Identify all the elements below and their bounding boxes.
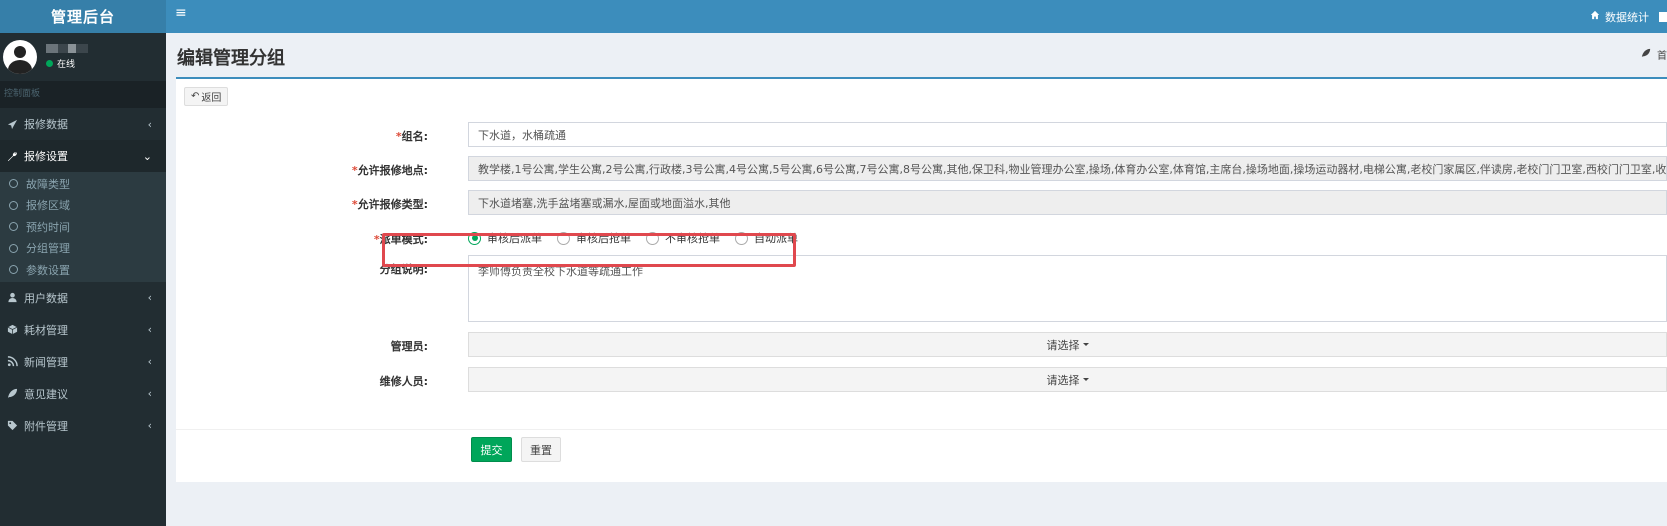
circle-icon <box>9 265 18 275</box>
sub-item-fault-type[interactable]: 故障类型 <box>0 173 166 195</box>
sub-item-appointment-time[interactable]: 预约时间 <box>0 216 166 238</box>
caret-down-icon <box>1082 378 1089 381</box>
admin-select[interactable]: 请选择 <box>468 332 1667 357</box>
sidebar: 管理后台 在线 控制面板 报修数据 ‹ 报修设置 ⌄ 故障类型 报修区域 预约时… <box>0 0 166 526</box>
leaf-icon <box>6 388 18 400</box>
paper-plane-icon <box>6 118 18 130</box>
home-icon <box>1590 10 1600 23</box>
form-row-name: *组名: 下水道，水桶疏通 <box>176 122 1667 147</box>
locations-input[interactable]: 教学楼,1号公寓,学生公寓,2号公寓,行政楼,3号公寓,4号公寓,5号公寓,6号… <box>468 156 1667 181</box>
breadcrumb[interactable]: 首 <box>1641 47 1667 62</box>
circle-icon <box>9 200 18 210</box>
sub-item-label: 故障类型 <box>26 177 70 191</box>
sub-item-parameter-settings[interactable]: 参数设置 <box>0 259 166 281</box>
breadcrumb-home[interactable]: 首 <box>1657 47 1667 62</box>
form-row-types: *允许报修类型: 下水道堵塞,洗手盆堵塞或漏水,屋面或地面溢水,其他 <box>176 190 1667 215</box>
sidebar-item-user-data[interactable]: 用户数据 ‹ <box>0 282 166 314</box>
annotation-highlight-box <box>382 233 796 267</box>
back-button[interactable]: ↶ 返回 <box>184 87 229 106</box>
form-box: ↶ 返回 *组名: 下水道，水桶疏通 *允许报修地点: 教学楼,1号公寓,学生公… <box>176 77 1667 482</box>
app-logo[interactable]: 管理后台 <box>0 0 166 33</box>
chevron-left-icon: ‹ <box>147 419 152 432</box>
nav-overflow-icon[interactable] <box>1659 11 1667 22</box>
sidebar-item-news[interactable]: 新闻管理 ‹ <box>0 346 166 378</box>
top-navbar: ≡ 数据统计 <box>166 0 1667 33</box>
chevron-left-icon: ‹ <box>147 291 152 304</box>
hamburger-menu-icon[interactable]: ≡ <box>175 5 187 21</box>
sidebar-item-label: 新闻管理 <box>24 355 68 369</box>
sidebar-item-attachments[interactable]: 附件管理 ‹ <box>0 410 166 442</box>
types-label: *允许报修类型: <box>351 198 428 211</box>
user-icon <box>6 292 18 304</box>
user-status: 在线 <box>46 57 88 70</box>
locations-label: *允许报修地点: <box>351 164 428 177</box>
sidebar-item-suggestions[interactable]: 意见建议 ‹ <box>0 378 166 410</box>
online-dot-icon <box>46 60 53 67</box>
menu-header: 控制面板 <box>0 81 166 108</box>
name-label: *组名: <box>395 130 428 143</box>
avatar <box>3 40 37 74</box>
sub-item-repair-area[interactable]: 报修区域 <box>0 195 166 217</box>
back-button-label: 返回 <box>201 93 222 104</box>
repair-staff-label: 维修人员: <box>379 375 428 388</box>
chevron-down-icon: ⌄ <box>142 149 152 163</box>
user-status-label: 在线 <box>57 60 76 70</box>
circle-icon <box>9 179 18 189</box>
content-header: 编辑管理分组 首 <box>166 33 1667 77</box>
reset-button[interactable]: 重置 <box>521 437 561 462</box>
sidebar-item-label: 耗材管理 <box>24 323 68 337</box>
tags-icon <box>6 420 18 432</box>
circle-icon <box>9 222 18 232</box>
sidebar-item-repair-data[interactable]: 报修数据 ‹ <box>0 108 166 140</box>
wrench-icon <box>6 150 18 162</box>
sidebar-item-label: 附件管理 <box>24 419 68 433</box>
types-input[interactable]: 下水道堵塞,洗手盆堵塞或漏水,屋面或地面溢水,其他 <box>468 190 1667 215</box>
sidebar-item-label: 报修设置 <box>24 150 68 163</box>
chevron-left-icon: ‹ <box>147 355 152 368</box>
name-input[interactable]: 下水道，水桶疏通 <box>468 122 1667 147</box>
chevron-left-icon: ‹ <box>147 117 152 131</box>
page-title: 编辑管理分组 <box>177 48 285 69</box>
user-name-blurred <box>46 44 88 53</box>
form-row-locations: *允许报修地点: 教学楼,1号公寓,学生公寓,2号公寓,行政楼,3号公寓,4号公… <box>176 156 1667 181</box>
user-panel: 在线 <box>0 33 166 81</box>
sidebar-item-label: 意见建议 <box>24 387 68 401</box>
form-row-admin: 管理员: 请选择 <box>176 332 1667 357</box>
nav-dashboard-label: 数据统计 <box>1605 10 1649 24</box>
admin-label: 管理员: <box>390 340 428 353</box>
sidebar-item-consumables[interactable]: 耗材管理 ‹ <box>0 314 166 346</box>
sub-menu-repair-settings: 故障类型 报修区域 预约时间 分组管理 参数设置 <box>0 172 166 282</box>
sub-item-group-management[interactable]: 分组管理 <box>0 238 166 260</box>
sidebar-item-label: 报修数据 <box>24 118 68 131</box>
nav-dashboard-link[interactable]: 数据统计 <box>1590 9 1649 25</box>
form-row-repair-staff: 维修人员: 请选择 <box>176 367 1667 392</box>
reply-icon: ↶ <box>191 91 200 102</box>
sidebar-item-label: 用户数据 <box>24 291 68 305</box>
form-footer: 提交 重置 <box>176 429 1667 484</box>
chevron-left-icon: ‹ <box>147 323 152 336</box>
leaf-icon <box>1641 48 1651 61</box>
chevron-left-icon: ‹ <box>147 387 152 400</box>
sub-item-label: 参数设置 <box>26 263 70 277</box>
cube-icon <box>6 324 18 336</box>
caret-down-icon <box>1082 343 1089 346</box>
sidebar-item-repair-settings[interactable]: 报修设置 ⌄ <box>0 140 166 172</box>
submit-button[interactable]: 提交 <box>471 437 512 462</box>
rss-icon <box>6 356 18 368</box>
circle-icon <box>9 243 18 253</box>
sub-item-label: 分组管理 <box>26 242 70 256</box>
repair-staff-select[interactable]: 请选择 <box>468 367 1667 392</box>
sub-item-label: 预约时间 <box>26 220 70 234</box>
sub-item-label: 报修区域 <box>26 199 70 213</box>
